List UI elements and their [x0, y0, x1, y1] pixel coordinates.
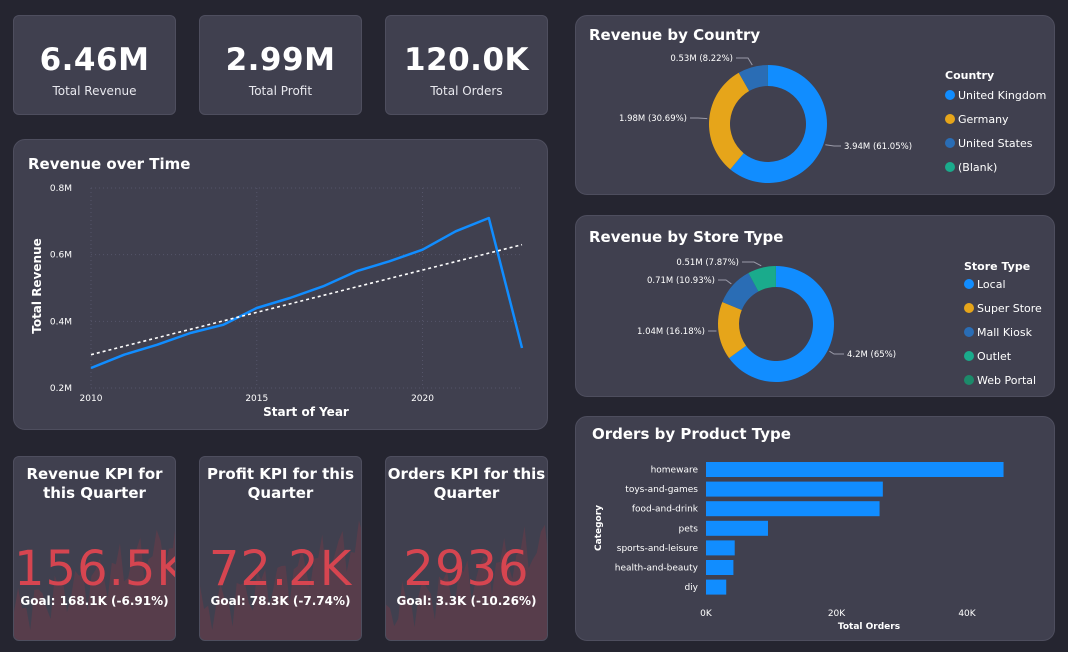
orders-by-product-type-card[interactable]: Orders by Product Type Category Total Or…: [575, 416, 1055, 641]
x-tick-label: 2020: [411, 394, 434, 404]
kpi-goal: Goal: 3.3K (-10.26%): [396, 594, 537, 608]
legend-marker: [945, 162, 955, 172]
legend-item: Web Portal: [977, 374, 1036, 387]
kpi-title: Profit KPI for this Quarter: [207, 465, 354, 502]
category-label: health-and-beauty: [615, 564, 699, 574]
legend-item: Germany: [958, 113, 1009, 126]
revenue-by-country-card[interactable]: Revenue by Country Country 3.94M (61.05%…: [575, 15, 1055, 195]
kpi-card-total-profit: 2.99M Total Profit: [199, 15, 362, 115]
leader-line: [736, 57, 753, 66]
kpi-value: 156.5K: [14, 541, 176, 597]
legend-item: United Kingdom: [958, 89, 1046, 102]
leader-line: [829, 350, 844, 355]
revenue-kpi-quarter-card: Revenue KPI for this Quarter 156.5K Goal…: [13, 456, 176, 641]
legend-item: Local: [977, 278, 1006, 291]
legend-item: Mall Kiosk: [977, 326, 1033, 339]
legend-marker: [964, 375, 974, 385]
legend-marker: [964, 303, 974, 313]
kpi-goal: Goal: 168.1K (-6.91%): [20, 594, 169, 608]
kpi-value: 6.46M: [39, 42, 150, 78]
slice-label: 4.2M (65%): [847, 350, 896, 360]
legend-marker: [945, 90, 955, 100]
profit-kpi-quarter-card: Profit KPI for this Quarter 72.2K Goal: …: [199, 456, 362, 641]
country-donut-chart[interactable]: Country 3.94M (61.05%) 1.98M (30.69%) 0.53…: [576, 16, 1056, 196]
kpi-value: 2.99M: [225, 42, 336, 78]
slice-label: 0.53M (8.22%): [670, 54, 733, 64]
kpi-value: 2936: [403, 541, 530, 597]
y-tick-label: 0.8M: [50, 184, 72, 194]
orders-kpi-quarter-card: Orders KPI for this Quarter 2936 Goal: 3…: [385, 456, 548, 641]
x-tick-label: 20K: [828, 609, 846, 619]
revenue-by-store-type-card[interactable]: Revenue by Store Type Store Type 4.2M (6…: [575, 215, 1055, 397]
x-tick-label: 40K: [958, 609, 976, 619]
legend-item: Super Store: [977, 302, 1042, 315]
legend-marker: [945, 138, 955, 148]
legend-item: Outlet: [977, 350, 1012, 363]
kpi-card-total-orders: 120.0K Total Orders: [385, 15, 548, 115]
category-label: toys-and-games: [625, 485, 698, 495]
leader-line: [742, 261, 762, 267]
kpi-title: Orders KPI for this Quarter: [387, 465, 546, 502]
kpi-goal: Goal: 78.3K (-7.74%): [210, 594, 351, 608]
category-label: pets: [679, 524, 699, 534]
x-tick-label: 2010: [80, 394, 103, 404]
x-tick-label: 2015: [245, 394, 268, 404]
revenue-series-line: [90, 216, 524, 370]
legend-item: United States: [958, 137, 1033, 150]
leader-line: [825, 144, 841, 147]
slice-label: 0.71M (10.93%): [647, 276, 715, 286]
kpi-value: 72.2K: [208, 541, 353, 597]
y-axis-title: Category: [594, 505, 604, 551]
x-axis-title: Start of Year: [263, 405, 349, 419]
slice-label: 0.51M (7.87%): [676, 258, 739, 268]
slice-label: 1.04M (16.18%): [637, 327, 705, 337]
kpi-value: 120.0K: [403, 42, 530, 78]
x-axis-title: Total Orders: [838, 622, 900, 632]
kpi-title: Revenue KPI for this Quarter: [26, 465, 163, 502]
product-type-bar-chart[interactable]: Category Total Orders 0K 20K 40K homeware to…: [576, 417, 1056, 642]
bar: [706, 579, 727, 595]
category-label: homeware: [651, 466, 699, 476]
legend-title: Store Type: [964, 260, 1030, 273]
legend-marker: [945, 114, 955, 124]
bar: [706, 520, 768, 536]
legend-marker: [964, 279, 974, 289]
slice-label: 1.98M (30.69%): [619, 114, 687, 124]
store-type-donut-chart[interactable]: Store Type 4.2M (65%) 1.04M (16.18%) 0.71M…: [576, 216, 1056, 398]
bar: [706, 540, 735, 556]
category-label: food-and-drink: [632, 505, 699, 515]
revenue-over-time-card[interactable]: Revenue over Time Total Revenue Start of…: [13, 139, 548, 430]
category-label: sports-and-leisure: [617, 544, 699, 554]
bar: [706, 501, 880, 517]
y-axis-title: Total Revenue: [30, 238, 44, 334]
bar: [706, 481, 883, 497]
kpi-label: Total Profit: [248, 84, 313, 98]
legend-marker: [964, 327, 974, 337]
legend-marker: [964, 351, 974, 361]
legend-title: Country: [945, 69, 994, 82]
trend-line: [90, 243, 523, 356]
x-tick-label: 0K: [700, 609, 713, 619]
kpi-card-total-revenue: 6.46M Total Revenue: [13, 15, 176, 115]
leader-line: [718, 279, 732, 285]
y-tick-label: 0.6M: [50, 251, 72, 261]
revenue-line-chart[interactable]: Total Revenue Start of Year 0.2M 0.4M 0.6M…: [14, 140, 549, 431]
category-label: diy: [684, 583, 698, 593]
slice-label: 3.94M (61.05%): [844, 142, 912, 152]
kpi-label: Total Revenue: [52, 84, 137, 98]
bar: [706, 560, 734, 575]
leader-line: [690, 117, 708, 120]
y-tick-label: 0.2M: [50, 384, 72, 394]
bar: [706, 462, 1004, 477]
y-tick-label: 0.4M: [50, 317, 72, 327]
kpi-label: Total Orders: [430, 84, 503, 98]
legend-item: (Blank): [958, 161, 997, 174]
